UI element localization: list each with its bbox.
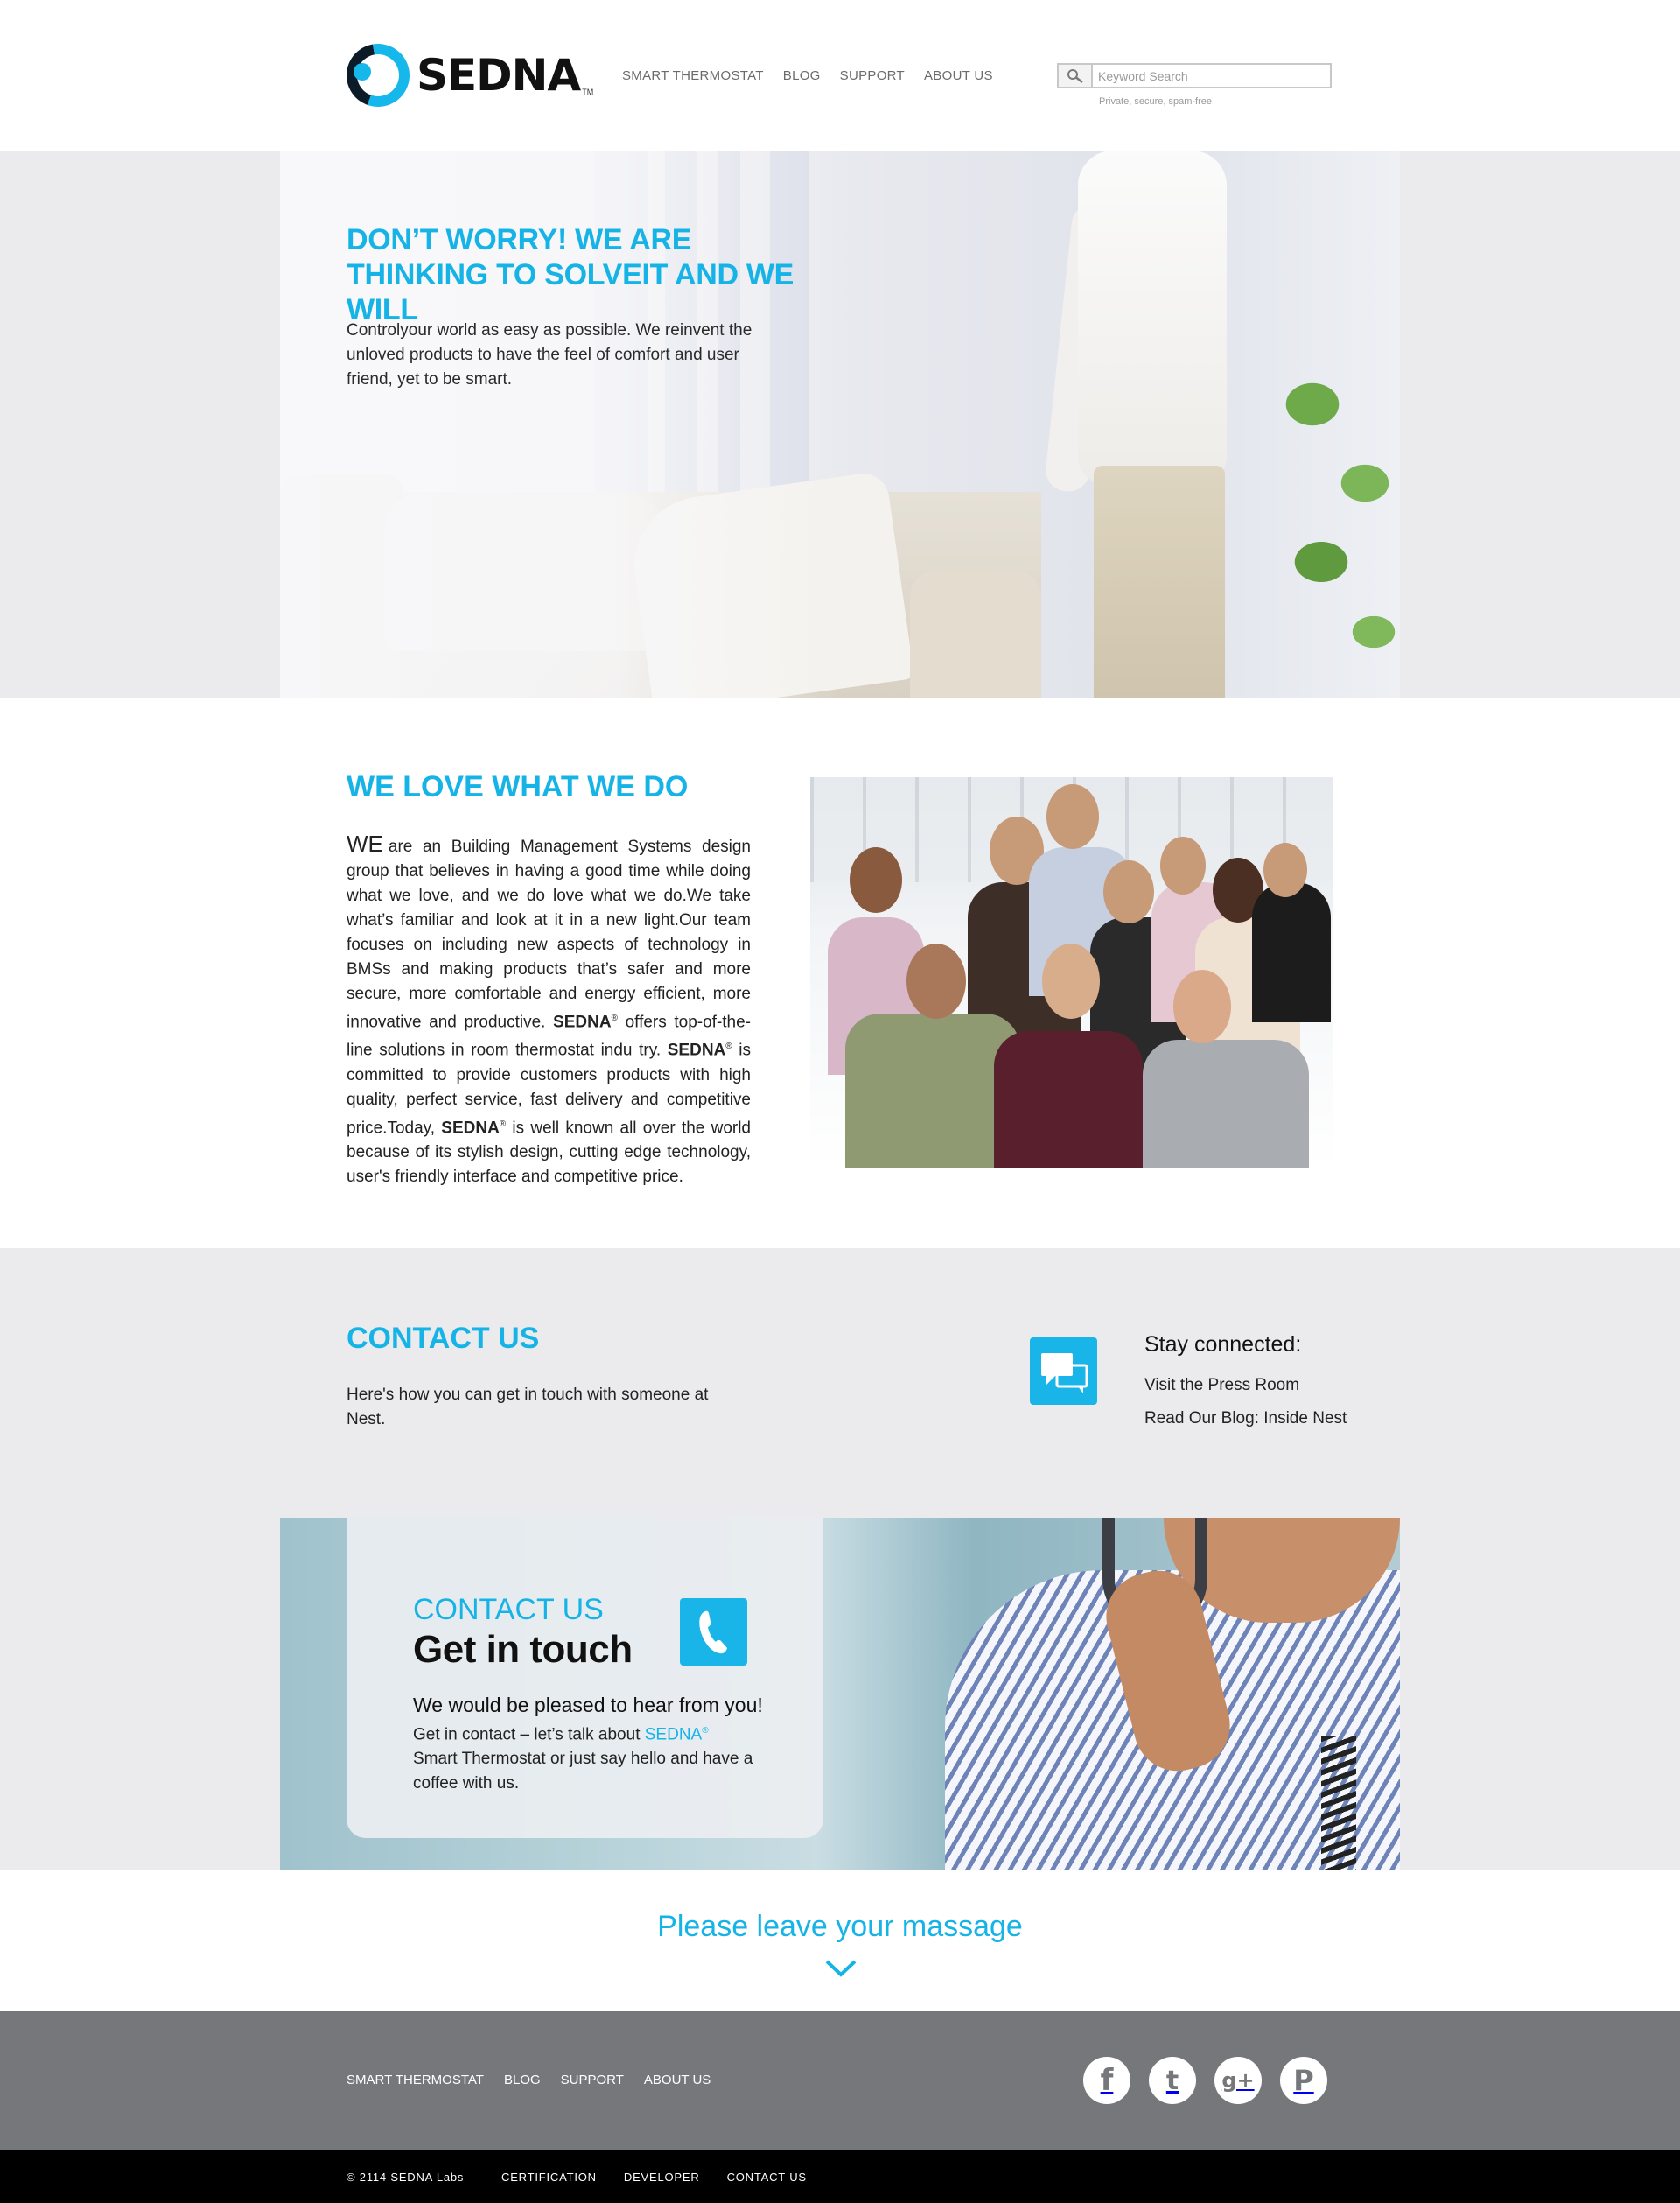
certification-link[interactable]: CERTIFICATION	[501, 2171, 597, 2184]
footer-nav-smart-thermostat[interactable]: SMART THERMOSTAT	[346, 2073, 484, 2087]
person-legs-shape	[1094, 466, 1225, 698]
contact-text: Here's how you can get in touch with som…	[346, 1386, 709, 1428]
person-head-shape	[850, 847, 902, 913]
logo-trademark: TM	[582, 88, 594, 96]
phone-icon[interactable]	[680, 1598, 747, 1666]
person-shape	[994, 1031, 1143, 1168]
footer-nav-about-us[interactable]: ABOUT US	[644, 2073, 710, 2087]
about-brand: SEDNA	[667, 1041, 726, 1060]
leave-message-title[interactable]: Please leave your massage	[0, 1910, 1680, 1944]
about-text: WE are an Building Management Systems des…	[346, 831, 751, 1189]
google-plus-icon[interactable]: g+	[1214, 2057, 1262, 2104]
bottom-bar	[0, 2150, 1680, 2203]
blog-link[interactable]: Read Our Blog: Inside Nest	[1144, 1409, 1347, 1428]
copyright: © 2114 SEDNA Labs	[346, 2171, 465, 2184]
touch-brand: SEDNA	[644, 1725, 703, 1744]
about-reg: ®	[611, 1014, 618, 1023]
pinterest-icon[interactable]: P	[1280, 2057, 1327, 2104]
hero-text: Controlyour world as easy as possible. W…	[346, 321, 752, 389]
person-head-shape	[1264, 843, 1307, 897]
chevron-down-icon[interactable]	[824, 1959, 858, 1978]
search-note: Private, secure, spam-free	[1099, 96, 1212, 107]
sedna-logo[interactable]: SEDNA TM	[346, 44, 593, 107]
main-nav: SMART THERMOSTAT BLOG SUPPORT ABOUT US	[622, 68, 993, 83]
chat-bubbles-icon	[1030, 1337, 1097, 1405]
touch-label: CONTACT US	[413, 1593, 604, 1626]
nav-support[interactable]: SUPPORT	[840, 68, 905, 83]
person-shape	[1252, 882, 1331, 1022]
armrest-shape	[910, 571, 1041, 698]
footer	[0, 2011, 1680, 2150]
touch-lead: We would be pleased to hear from you!	[413, 1694, 763, 1716]
developer-link[interactable]: DEVELOPER	[624, 2171, 700, 2184]
phone-cord-shape	[1321, 1736, 1356, 1870]
person-shape	[1143, 1040, 1309, 1168]
footer-nav-support[interactable]: SUPPORT	[561, 2073, 624, 2087]
about-we: WE	[346, 831, 383, 857]
person-head-shape	[1160, 837, 1206, 895]
person-head-shape	[906, 944, 966, 1019]
plant-shape	[1260, 352, 1400, 698]
touch-title: Get in touch	[413, 1628, 633, 1671]
bottom-nav: CERTIFICATION DEVELOPER CONTACT US	[501, 2171, 807, 2184]
person-head-shape	[1103, 860, 1154, 923]
search-button[interactable]	[1059, 65, 1093, 87]
logo-text: SEDNA	[416, 50, 581, 101]
facebook-icon[interactable]: f	[1083, 2057, 1130, 2104]
person-head-shape	[1173, 970, 1231, 1043]
twitter-icon[interactable]: t	[1149, 2057, 1196, 2104]
contact-title: CONTACT US	[346, 1322, 540, 1355]
press-room-link[interactable]: Visit the Press Room	[1144, 1376, 1299, 1395]
stay-connected-title: Stay connected:	[1144, 1332, 1302, 1357]
search-icon	[1067, 68, 1083, 83]
person-torso-shape	[1078, 151, 1227, 483]
nav-smart-thermostat[interactable]: SMART THERMOSTAT	[622, 68, 764, 83]
touch-text-before: Get in contact – let’s talk about	[413, 1725, 645, 1744]
about-brand: SEDNA	[441, 1118, 500, 1137]
hero-title: DON’T WORRY! WE ARE THINKING TO SOLVEIT …	[346, 223, 794, 326]
person-head-shape	[1042, 944, 1100, 1019]
touch-text: Get in contact – let’s talk about SEDNA®…	[413, 1719, 754, 1796]
touch-reg: ®	[702, 1726, 709, 1736]
about-p1: are an Building Management Systems desig…	[346, 838, 751, 1032]
footer-nav-blog[interactable]: BLOG	[504, 2073, 541, 2087]
person-head-shape	[1046, 784, 1099, 849]
logo-mark-icon	[346, 44, 410, 107]
nav-about-us[interactable]: ABOUT US	[924, 68, 993, 83]
team-photo	[810, 777, 1333, 1168]
nav-blog[interactable]: BLOG	[783, 68, 821, 83]
about-brand: SEDNA	[553, 1013, 612, 1032]
contact-us-link[interactable]: CONTACT US	[727, 2171, 807, 2184]
about-reg: ®	[725, 1042, 732, 1052]
about-title: WE LOVE WHAT WE DO	[346, 770, 689, 803]
search-input[interactable]	[1093, 65, 1330, 87]
site-header: SEDNA TM SMART THERMOSTAT BLOG SUPPORT A…	[0, 0, 1680, 151]
footer-nav: SMART THERMOSTAT BLOG SUPPORT ABOUT US	[346, 2073, 710, 2087]
touch-text-after: Smart Thermostat or just say hello and h…	[413, 1750, 753, 1793]
search-box	[1057, 63, 1332, 88]
